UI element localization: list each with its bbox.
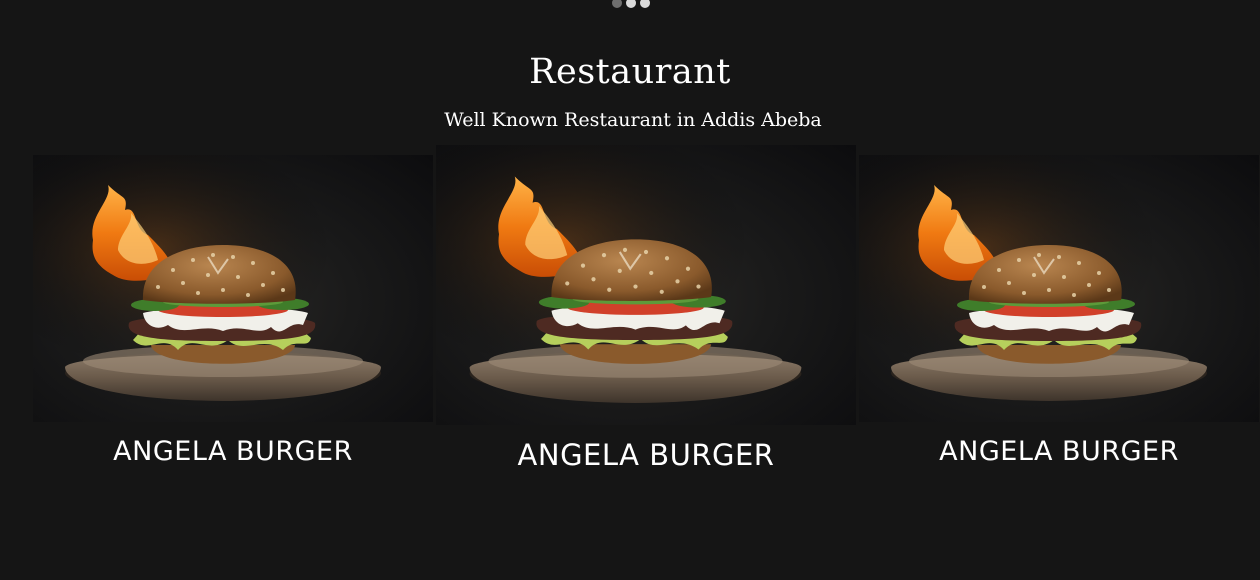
carousel-dot[interactable]: [626, 0, 636, 8]
carousel-dot[interactable]: [612, 0, 622, 8]
burger-photo: [859, 155, 1259, 422]
card-caption: ANGELA BURGER: [517, 438, 775, 472]
card-caption: ANGELA BURGER: [113, 436, 353, 467]
carousel-dot[interactable]: [640, 0, 650, 8]
restaurant-card[interactable]: ANGELA BURGER: [859, 155, 1259, 467]
carousel-dots: [612, 0, 650, 8]
burger-photo: [436, 145, 856, 425]
section-subtitle: Well Known Restaurant in Addis Abeba: [444, 109, 822, 131]
card-caption: ANGELA BURGER: [939, 436, 1179, 467]
restaurant-card[interactable]: ANGELA BURGER: [436, 145, 856, 472]
restaurant-card[interactable]: ANGELA BURGER: [33, 155, 433, 467]
burger-photo: [33, 155, 433, 422]
section-title: Restaurant: [529, 52, 731, 92]
